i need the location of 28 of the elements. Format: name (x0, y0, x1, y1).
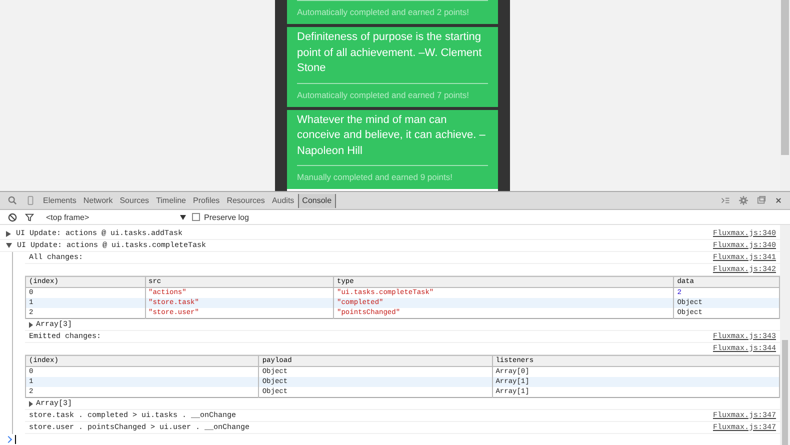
disclosure-icon[interactable] (6, 243, 12, 248)
devtools-tab[interactable]: Resources (224, 194, 268, 208)
devtools-tab[interactable]: Network (80, 194, 116, 208)
close-icon[interactable] (775, 197, 782, 204)
status-text: Automatically completed and earned 7 points! (297, 82, 488, 106)
clear-icon[interactable] (8, 212, 17, 222)
expand-icon[interactable] (29, 400, 33, 406)
devtools-tab[interactable]: Sources (116, 194, 152, 208)
devtools-tab[interactable]: Console (298, 194, 336, 208)
settings-icon[interactable] (739, 196, 748, 205)
quote-text: Whatever the mind of man can conceive and believe, it can achieve. –Napoleon Hill (297, 112, 486, 158)
devtools-tab[interactable]: Timeline (153, 194, 189, 208)
devtools-tab[interactable]: Profiles (190, 194, 223, 208)
dock-icon[interactable] (757, 196, 766, 205)
devtools-tab[interactable]: Elements (40, 194, 80, 208)
status-text: Automatically completed and earned 2 points! (297, 0, 488, 24)
filter-icon[interactable] (25, 212, 34, 222)
scrollbar[interactable] (780, 225, 790, 445)
quote-text: Definiteness of purpose is the starting point of all achievement. –W. Clement Stone (297, 30, 483, 76)
dropdown-arrow-icon[interactable] (180, 214, 186, 220)
devtools-tab[interactable]: Audits (268, 194, 298, 208)
search-icon[interactable] (8, 196, 17, 205)
text-cursor (15, 435, 16, 444)
disclosure-icon[interactable] (6, 230, 11, 236)
expand-icon[interactable] (29, 322, 33, 328)
drawer-icon[interactable] (721, 196, 730, 205)
frame-dropdown[interactable]: <top frame> (46, 212, 186, 222)
preserve-log-checkbox[interactable]: Preserve log (192, 212, 249, 222)
